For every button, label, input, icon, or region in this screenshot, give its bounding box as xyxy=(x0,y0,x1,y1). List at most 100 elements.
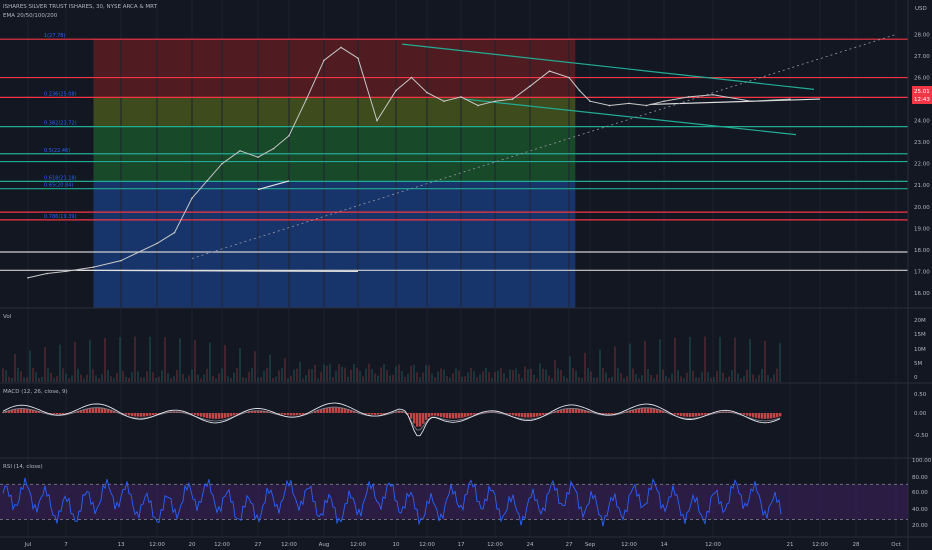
macd-hist-bar xyxy=(512,413,515,416)
macd-hist-bar xyxy=(62,413,65,415)
price-tick: 17.00 xyxy=(914,269,930,275)
volume-tick: 0 xyxy=(914,375,918,381)
time-tick: 12:00 xyxy=(281,542,297,548)
macd-hist-bar xyxy=(467,413,470,417)
price-point xyxy=(589,100,591,103)
macd-hist-bar xyxy=(470,413,473,416)
macd-hist-bar xyxy=(146,413,149,417)
macd-hist-bar xyxy=(539,413,542,416)
price-tick: 27.00 xyxy=(914,54,930,60)
macd-tick: 0.00 xyxy=(914,411,927,417)
price-tick: 24.00 xyxy=(914,119,930,125)
macd-hist-bar xyxy=(773,413,776,418)
price-tick: 28.00 xyxy=(914,32,930,38)
macd-hist-bar xyxy=(440,413,443,417)
rsi-tick: 60.00 xyxy=(912,490,928,496)
fib-label: 0.236(25.08) xyxy=(44,91,77,97)
macd-hist-bar xyxy=(680,413,683,417)
price-point xyxy=(395,89,397,92)
macd-hist-bar xyxy=(764,413,767,419)
macd-hist-bar xyxy=(506,413,509,414)
macd-hist-bar xyxy=(371,413,374,415)
macd-hist-bar xyxy=(704,413,707,415)
price-point xyxy=(92,266,95,268)
macd-hist-bar xyxy=(302,413,305,415)
macd-hist-bar xyxy=(56,413,59,415)
price-point xyxy=(410,76,413,79)
price-point xyxy=(460,96,462,98)
macd-hist-bar xyxy=(647,407,650,413)
macd-hist-bar xyxy=(206,413,209,419)
macd-hist-bar xyxy=(542,413,545,416)
rsi-pane xyxy=(0,477,908,527)
rsi-title: RSI (14, close) xyxy=(3,464,43,470)
macd-hist-bar xyxy=(413,413,416,424)
macd-hist-bar xyxy=(419,413,422,427)
macd-hist-bar xyxy=(134,413,137,417)
macd-hist-bar xyxy=(200,413,203,417)
fib-label: 0.65(20.84) xyxy=(44,183,73,189)
price-point xyxy=(376,119,378,122)
macd-hist-bar xyxy=(224,413,227,418)
currency-label: USD xyxy=(915,6,927,12)
time-tick: 10 xyxy=(393,542,400,548)
macd-hist-bar xyxy=(197,413,200,416)
time-tick: 24 xyxy=(527,542,534,548)
price-tick: 16.00 xyxy=(914,291,930,297)
rsi-tick: 80.00 xyxy=(912,475,928,481)
macd-hist-bar xyxy=(410,413,413,419)
macd-hist-bar xyxy=(125,413,128,415)
price-point xyxy=(323,59,325,62)
price-point xyxy=(511,98,514,100)
macd-hist-bar xyxy=(92,407,95,413)
fib-label: 0.5(22.46) xyxy=(44,148,70,154)
price-point xyxy=(608,104,611,107)
macd-hist-bar xyxy=(464,413,467,418)
macd-hist-bar xyxy=(152,413,155,416)
rsi-tick: 100.00 xyxy=(912,458,932,464)
macd-hist-bar xyxy=(701,413,704,416)
macd-hist-bar xyxy=(230,413,233,417)
macd-hist-bar xyxy=(155,413,158,415)
price-point xyxy=(239,149,241,152)
macd-hist-bar xyxy=(437,413,440,417)
macd-hist-bar xyxy=(335,407,338,413)
time-tick: 12:00 xyxy=(812,542,828,548)
volume-tick: 5M xyxy=(914,361,922,367)
price-point xyxy=(568,76,570,79)
macd-hist-bar xyxy=(218,413,221,419)
fib-zones xyxy=(93,39,576,308)
macd-hist-bar xyxy=(692,413,695,417)
price-point xyxy=(529,85,531,87)
time-tick: 14 xyxy=(661,542,668,548)
price-point xyxy=(221,162,223,165)
volume-tick: 10M xyxy=(914,347,926,353)
price-tick: 23.00 xyxy=(914,140,930,146)
macd-hist-bar xyxy=(452,413,455,419)
price-point xyxy=(27,277,29,279)
chart-title: ISHARES SILVER TRUST ISHARES, 30, NYSE A… xyxy=(3,4,158,10)
price-point xyxy=(750,100,753,103)
zone-red-0 xyxy=(93,39,576,98)
macd-hist-bar xyxy=(299,413,302,415)
macd-hist-bar xyxy=(524,413,527,418)
macd-hist-bar xyxy=(755,413,758,418)
time-tick: 12:00 xyxy=(487,542,503,548)
macd-hist-bar xyxy=(752,413,755,418)
fib-label: 0.382(23.72) xyxy=(44,121,77,127)
macd-hist-bar xyxy=(767,413,770,419)
macd-hist-bar xyxy=(779,413,782,417)
macd-hist-bar xyxy=(461,413,464,418)
macd-hist-bar xyxy=(425,413,428,420)
time-tick: 7 xyxy=(64,542,68,548)
fib-label: 0.618(21.18) xyxy=(44,175,77,181)
macd-hist-bar xyxy=(377,413,380,415)
bar-countdown: 12:43 xyxy=(914,97,930,103)
macd-hist-bar xyxy=(698,413,701,416)
time-tick: 12:00 xyxy=(214,542,230,548)
price-point xyxy=(663,100,665,103)
macd-hist-bar xyxy=(209,413,212,419)
price-point xyxy=(426,91,428,94)
time-tick: Aug xyxy=(319,542,330,548)
macd-hist-bar xyxy=(746,413,749,416)
